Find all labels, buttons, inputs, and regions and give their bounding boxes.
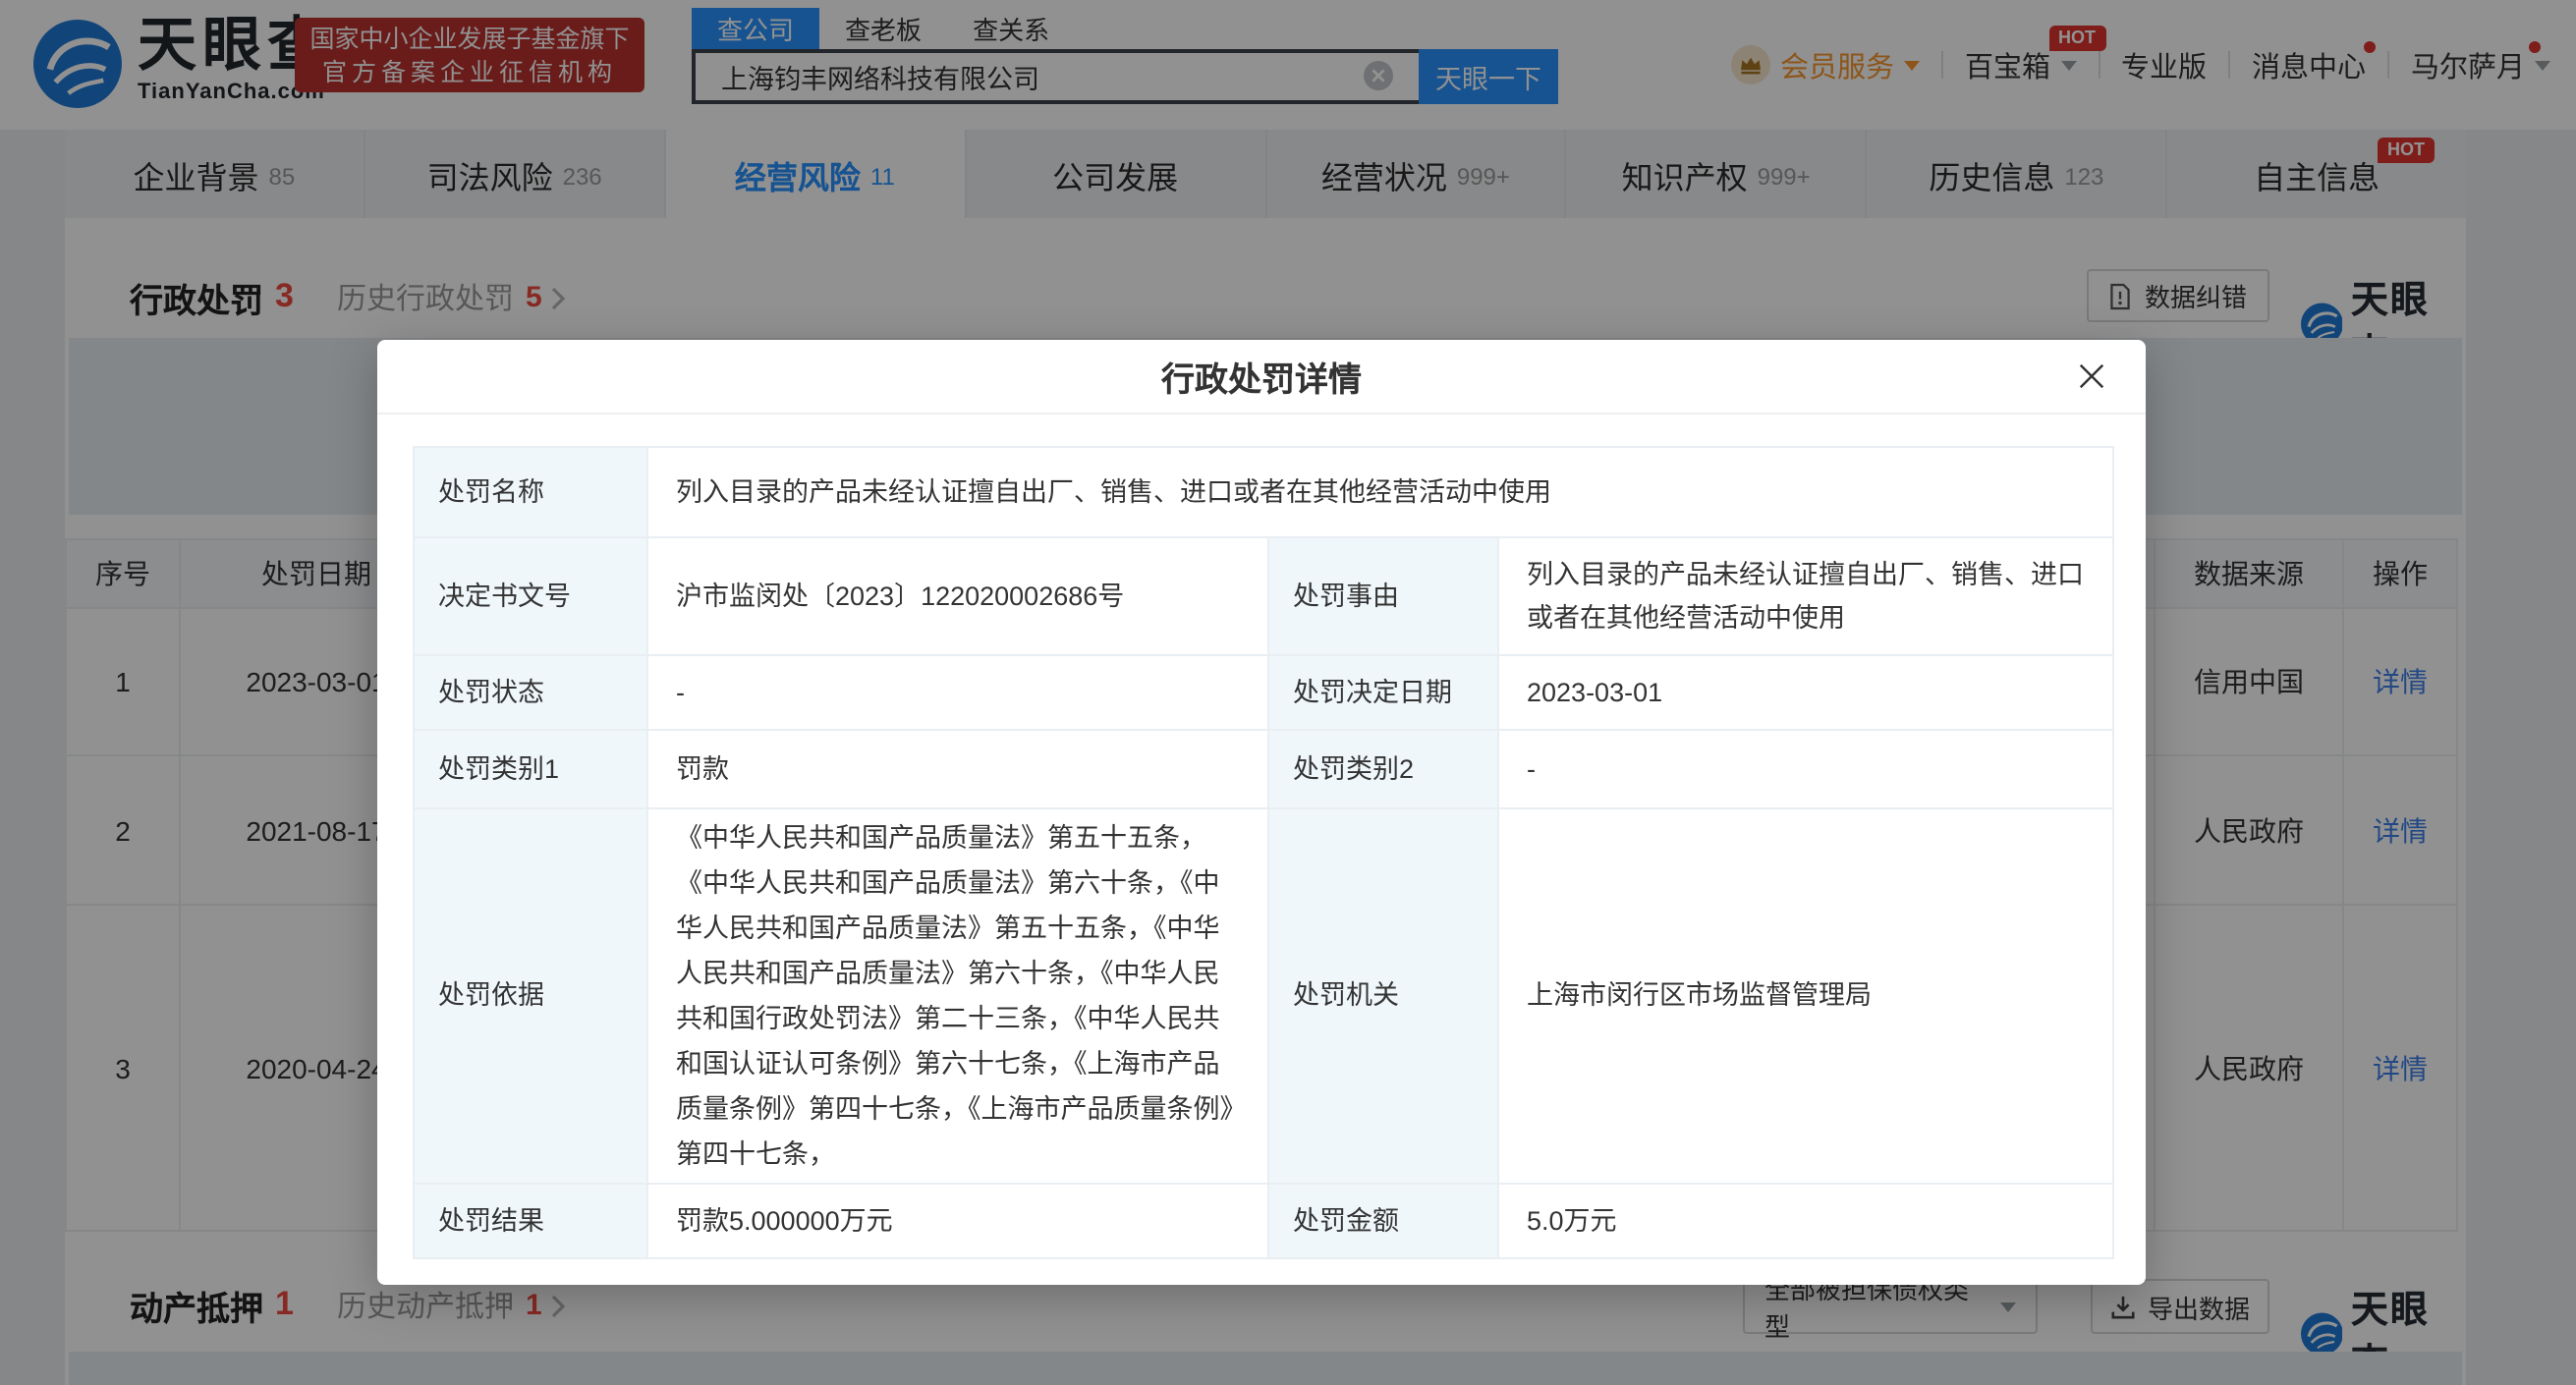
field-label: 决定书文号: [415, 538, 648, 656]
close-icon[interactable]: [2077, 361, 2106, 391]
field-label: 处罚机关: [1269, 809, 1499, 1185]
field-value: -: [1499, 731, 2114, 809]
field-label: 处罚金额: [1269, 1185, 1499, 1259]
field-value: 上海市闵行区市场监督管理局: [1499, 809, 2114, 1185]
field-value: 列入目录的产品未经认证擅自出厂、销售、进口或者在其他经营活动中使用: [648, 448, 2114, 538]
field-value: -: [648, 656, 1269, 731]
page: 天眼查 TianYanCha.com 国家中小企业发展子基金旗下 官方备案企业征…: [0, 0, 2576, 1385]
field-label: 处罚事由: [1269, 538, 1499, 656]
field-label: 处罚依据: [415, 809, 648, 1185]
field-label: 处罚状态: [415, 656, 648, 731]
penalty-detail-table: 处罚名称 列入目录的产品未经认证擅自出厂、销售、进口或者在其他经营活动中使用 决…: [413, 446, 2114, 1259]
field-label: 处罚名称: [415, 448, 648, 538]
field-value: 5.0万元: [1499, 1185, 2114, 1259]
field-value: 沪市监闵处〔2023〕122020002686号: [648, 538, 1269, 656]
field-value: 罚款: [648, 731, 1269, 809]
field-label: 处罚决定日期: [1269, 656, 1499, 731]
field-label: 处罚结果: [415, 1185, 648, 1259]
modal-title: 行政处罚详情: [377, 340, 2146, 415]
field-value: 列入目录的产品未经认证擅自出厂、销售、进口或者在其他经营活动中使用: [1499, 538, 2114, 656]
penalty-detail-modal: 行政处罚详情 处罚名称 列入目录的产品未经认证擅自出厂、销售、进口或者在其他经营…: [377, 340, 2146, 1285]
field-value: 《中华人民共和国产品质量法》第五十五条，《中华人民共和国产品质量法》第六十条，《…: [648, 809, 1269, 1185]
field-value: 罚款5.000000万元: [648, 1185, 1269, 1259]
field-label: 处罚类别2: [1269, 731, 1499, 809]
field-value: 2023-03-01: [1499, 656, 2114, 731]
field-label: 处罚类别1: [415, 731, 648, 809]
